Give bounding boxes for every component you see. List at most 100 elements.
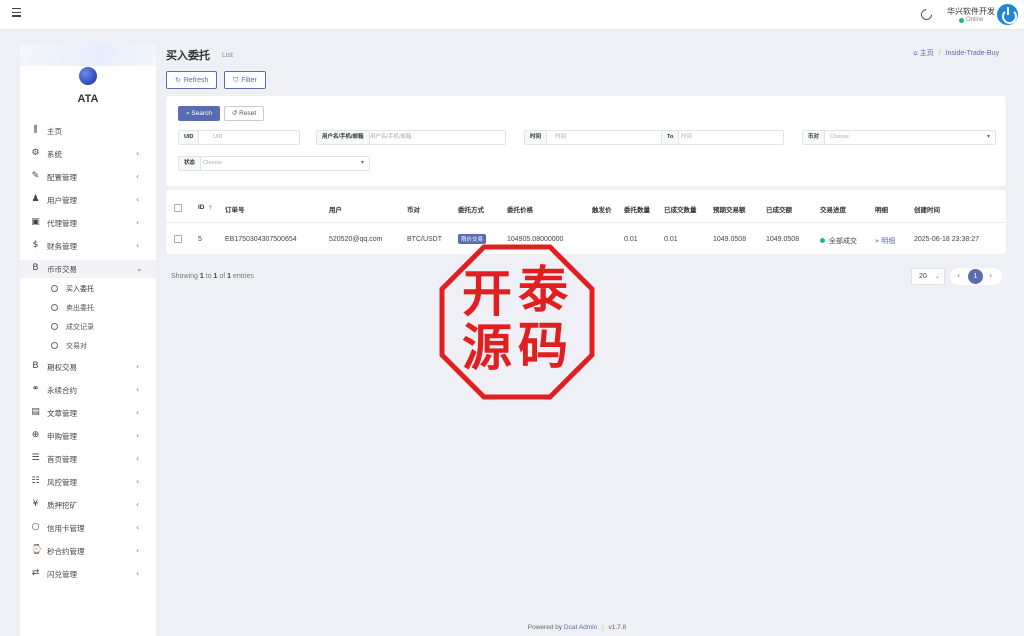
footer-separator: | bbox=[601, 624, 604, 631]
sidebar-item-5[interactable]: $ 财务管理 ‹ bbox=[20, 237, 156, 255]
user-icon: ♟ bbox=[31, 194, 40, 204]
user-filter: 用户名/手机/邮箱 用户名/手机/邮箱 bbox=[316, 130, 506, 145]
per-page-select[interactable]: 20 ⌄ bbox=[911, 268, 945, 285]
footer-version: v1.7.8 bbox=[608, 624, 627, 631]
refresh-button[interactable]: ↻ Refresh bbox=[166, 71, 218, 89]
chevron-icon: ‹ bbox=[136, 362, 140, 371]
sidebar-item-after-9[interactable]: ⇄ 闪兑管理 ‹ bbox=[20, 565, 156, 583]
sidebar-item-after-8[interactable]: ⌚ 秒合约管理 ‹ bbox=[20, 542, 156, 560]
time-to-label: To bbox=[661, 131, 680, 144]
column-header[interactable]: 委托价格 bbox=[507, 204, 533, 214]
search-button[interactable]: ⌕ Search bbox=[178, 106, 220, 121]
sidebar-item-after-4[interactable]: ☰ 首页管理 ‹ bbox=[20, 450, 156, 468]
sidebar-item-label: 申购管理 bbox=[47, 432, 77, 441]
column-header[interactable]: 已成交额 bbox=[766, 204, 792, 214]
showing-label: Showing bbox=[171, 273, 198, 280]
uid-input[interactable]: UID bbox=[213, 131, 222, 144]
sidebar-item-after-3[interactable]: ⊕ 申购管理 ‹ bbox=[20, 427, 156, 445]
status-select[interactable]: Choose bbox=[203, 157, 222, 170]
column-header[interactable]: 币对 bbox=[407, 204, 420, 214]
wrench-icon: ✎ bbox=[31, 171, 40, 181]
sidebar-item-after-6[interactable]: ¥ 质押挖矿 ‹ bbox=[20, 496, 156, 514]
brand-background bbox=[20, 44, 156, 66]
sidebar-item-3[interactable]: ♟ 用户管理 ‹ bbox=[20, 191, 156, 209]
sort-icon[interactable]: ↑ bbox=[208, 204, 213, 212]
page-title: 买入委托 bbox=[166, 50, 210, 62]
cell-order-no: EB1750304307500654 bbox=[225, 236, 297, 243]
column-header[interactable]: 预期交易额 bbox=[713, 204, 746, 214]
sidebar-item-0[interactable]: ⫼ 主页 bbox=[20, 122, 156, 140]
column-header[interactable]: 创建时间 bbox=[914, 204, 940, 214]
column-header[interactable]: 已成交数量 bbox=[664, 204, 697, 214]
chevron-down-icon: ⌄ bbox=[934, 273, 940, 280]
entries-label: entries bbox=[232, 273, 254, 280]
powered-by: Powered by bbox=[527, 624, 563, 631]
sidebar-item-label: 系统 bbox=[47, 150, 62, 159]
reset-button[interactable]: ↺ Reset bbox=[224, 106, 264, 121]
select-all-checkbox[interactable] bbox=[174, 204, 182, 212]
breadcrumb-home[interactable]: 主页 bbox=[920, 50, 934, 57]
chevron-icon: ‹ bbox=[136, 477, 140, 486]
column-header[interactable]: 用户 bbox=[329, 204, 342, 214]
chevron-icon: ‹ bbox=[136, 523, 140, 532]
column-header[interactable]: 委托方式 bbox=[458, 204, 484, 214]
progress-status: 全部成交 bbox=[829, 238, 857, 245]
sidebar-item-after-2[interactable]: ▤ 文章管理 ‹ bbox=[20, 404, 156, 422]
list-icon: ☰ bbox=[31, 453, 40, 463]
sidebar-subitem-3[interactable]: 交易对 bbox=[20, 337, 156, 354]
filter-button[interactable]: ⛉ Filter bbox=[224, 71, 266, 89]
row-checkbox[interactable] bbox=[174, 235, 182, 243]
circle-icon: ○ bbox=[31, 522, 40, 532]
sidebar-item-4[interactable]: ▣ 代理管理 ‹ bbox=[20, 214, 156, 232]
sidebar-item-label: 文章管理 bbox=[47, 409, 77, 418]
prev-page-icon[interactable]: ‹ bbox=[957, 271, 960, 280]
logo-icon[interactable] bbox=[79, 67, 97, 85]
cell-qty: 0.01 bbox=[624, 236, 638, 243]
column-header[interactable]: 订单号 bbox=[225, 204, 245, 214]
sidebar-subitem-2[interactable]: 成交记录 bbox=[20, 318, 156, 335]
column-header[interactable]: ID bbox=[198, 204, 205, 211]
column-header[interactable]: 委托数量 bbox=[624, 204, 650, 214]
time-from-input[interactable]: 时间 bbox=[555, 131, 566, 144]
status-filter[interactable]: 状态 Choose ▾ bbox=[178, 156, 370, 171]
menu-toggle-icon[interactable] bbox=[12, 8, 21, 17]
refresh-label: Refresh bbox=[183, 77, 209, 84]
sidebar-subitem-0[interactable]: 买入委托 bbox=[20, 280, 156, 297]
sidebar-item-after-7[interactable]: ○ 信用卡管理 ‹ bbox=[20, 519, 156, 537]
footer-brand-link[interactable]: Dcat Admin bbox=[564, 624, 597, 631]
column-header[interactable]: 交易进度 bbox=[820, 204, 846, 214]
next-page-icon[interactable]: › bbox=[989, 271, 992, 280]
pair-select[interactable]: Choose bbox=[830, 131, 849, 144]
cell-id: 5 bbox=[198, 236, 202, 243]
column-header[interactable]: 明细 bbox=[875, 204, 888, 214]
sidebar-item-after-5[interactable]: ☷ 风控管理 ‹ bbox=[20, 473, 156, 491]
breadcrumb: ⌂ 主页 / Inside-Trade-Buy bbox=[913, 48, 999, 58]
user-name[interactable]: 华兴软件开发 bbox=[947, 6, 995, 17]
pair-filter[interactable]: 币对 Choose ▾ bbox=[802, 130, 996, 145]
status-dot-icon bbox=[820, 238, 825, 243]
time-to-input[interactable]: 时间 bbox=[681, 131, 692, 144]
chevron-icon: ‹ bbox=[136, 500, 140, 509]
chevron-down-icon: ▾ bbox=[360, 159, 364, 166]
stamp-char-1: 开 bbox=[462, 264, 512, 323]
dark-mode-moon-icon[interactable] bbox=[921, 7, 934, 20]
sidebar-subitem-1[interactable]: 卖出委托 bbox=[20, 299, 156, 316]
avatar[interactable] bbox=[997, 4, 1018, 25]
sidebar-item-6[interactable]: B 币币交易 ⌄ bbox=[20, 260, 156, 278]
time-filter: 时间 时间 To 时间 bbox=[524, 130, 784, 145]
life-ring-icon: ⊕ bbox=[31, 430, 40, 440]
detail-label: 明细 bbox=[881, 238, 896, 245]
current-page-button[interactable]: 1 bbox=[968, 269, 983, 284]
sidebar-item-2[interactable]: ✎ 配置管理 ‹ bbox=[20, 168, 156, 186]
sidebar-item-after-1[interactable]: ⚭ 永续合约 ‹ bbox=[20, 381, 156, 399]
chart-bar-icon: ⫼ bbox=[33, 125, 38, 135]
column-header[interactable]: 触发价 bbox=[592, 204, 612, 214]
brand-name[interactable]: ATA bbox=[20, 93, 156, 105]
detail-link[interactable]: » 明细 bbox=[875, 236, 895, 246]
sidebar-item-1[interactable]: ⚙ 系统 ‹ bbox=[20, 145, 156, 163]
sidebar-item-after-0[interactable]: B 期权交易 ‹ bbox=[20, 358, 156, 376]
status-label: 状态 bbox=[179, 157, 202, 170]
user-input[interactable]: 用户名/手机/邮箱 bbox=[370, 131, 412, 144]
sidebar-item-label: 主页 bbox=[47, 127, 62, 136]
cell-filled-qty: 0.01 bbox=[664, 236, 678, 243]
